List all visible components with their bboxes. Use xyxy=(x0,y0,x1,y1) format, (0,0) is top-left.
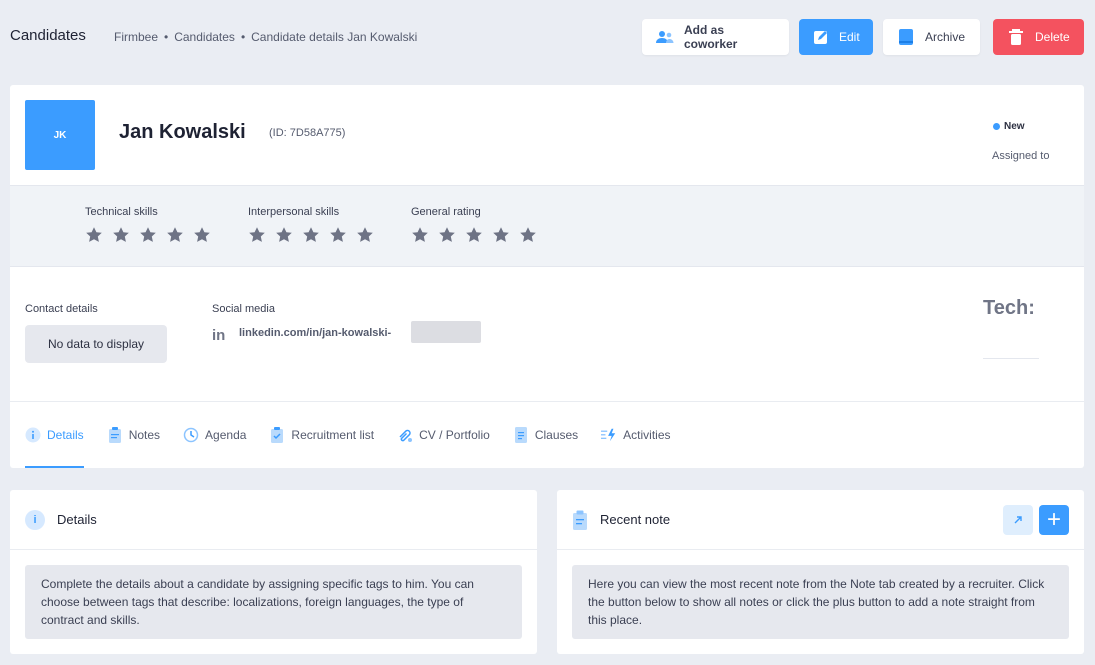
tab-notes-label: Notes xyxy=(128,428,161,442)
edit-button[interactable]: Edit xyxy=(799,19,873,55)
checklist-icon xyxy=(269,427,285,443)
tab-recruitment-list-label: Recruitment list xyxy=(291,428,375,442)
breadcrumb-item-candidates[interactable]: Candidates xyxy=(174,30,235,44)
star-icon[interactable] xyxy=(275,226,293,244)
interpersonal-skills-rating: Interpersonal skills xyxy=(248,206,374,244)
recent-note-panel: Recent note + Here you can view the most… xyxy=(557,490,1084,654)
assigned-to-label[interactable]: Assigned to xyxy=(992,150,1049,162)
avatar: JK xyxy=(25,100,95,170)
interpersonal-skills-stars[interactable] xyxy=(248,226,374,244)
star-icon[interactable] xyxy=(248,226,266,244)
star-icon[interactable] xyxy=(492,226,510,244)
tab-agenda-label: Agenda xyxy=(205,428,247,442)
redacted-text xyxy=(411,321,481,343)
tab-details-label: Details xyxy=(47,428,84,442)
archive-label: Archive xyxy=(925,30,966,44)
tab-cv-portfolio[interactable]: CV / Portfolio xyxy=(397,402,490,468)
add-coworker-label: Add as coworker xyxy=(684,23,738,51)
breadcrumb-separator: • xyxy=(240,30,246,44)
expand-arrow-icon xyxy=(1013,515,1023,525)
tab-activities-label: Activities xyxy=(623,428,671,442)
general-rating-label: General rating xyxy=(411,206,481,218)
tab-clauses-label: Clauses xyxy=(534,428,579,442)
recent-note-title: Recent note xyxy=(600,512,671,527)
clipboard-icon xyxy=(107,427,123,443)
general-rating-stars[interactable] xyxy=(411,226,537,244)
breadcrumb: Firmbee • Candidates • Candidate details… xyxy=(114,30,417,44)
linkedin-link[interactable]: linkedin.com/in/jan-kowalski- xyxy=(239,327,391,339)
star-icon[interactable] xyxy=(411,226,429,244)
candidate-id: (ID: 7D58A775) xyxy=(269,127,346,139)
clock-icon xyxy=(183,427,199,443)
delete-button[interactable]: Delete xyxy=(993,19,1084,55)
top-bar: Candidates Firmbee • Candidates • Candid… xyxy=(0,0,1095,75)
star-icon[interactable] xyxy=(193,226,211,244)
star-icon[interactable] xyxy=(139,226,157,244)
status-dot-icon xyxy=(993,123,1000,130)
status-badge[interactable]: New xyxy=(993,121,1025,132)
linkedin-icon: in xyxy=(212,327,226,344)
social-media-label: Social media xyxy=(212,303,275,315)
tab-recruitment-list[interactable]: Recruitment list xyxy=(269,402,374,468)
star-icon[interactable] xyxy=(465,226,483,244)
page-title: Candidates xyxy=(10,27,86,44)
star-icon[interactable] xyxy=(85,226,103,244)
status-label: New xyxy=(1004,121,1025,132)
star-icon[interactable] xyxy=(302,226,320,244)
pencil-icon xyxy=(813,28,829,46)
contact-details-label: Contact details xyxy=(25,303,98,315)
tab-notes[interactable]: Notes xyxy=(107,402,160,468)
document-icon xyxy=(513,427,529,443)
general-rating: General rating xyxy=(411,206,537,244)
candidate-profile-card: JK Jan Kowalski (ID: 7D58A775) New Assig… xyxy=(10,85,1084,468)
details-panel: i Details Complete the details about a c… xyxy=(10,490,537,654)
star-icon[interactable] xyxy=(438,226,456,244)
delete-label: Delete xyxy=(1035,30,1070,44)
breadcrumb-item-current: Candidate details Jan Kowalski xyxy=(251,30,418,44)
technical-skills-label: Technical skills xyxy=(85,206,158,218)
info-icon: i xyxy=(25,509,45,530)
star-icon[interactable] xyxy=(356,226,374,244)
details-panel-title: Details xyxy=(57,512,97,527)
info-icon xyxy=(25,427,41,443)
archive-button[interactable]: Archive xyxy=(883,19,980,55)
tab-activities[interactable]: Activities xyxy=(601,402,671,468)
details-panel-header: i Details xyxy=(10,490,537,550)
breadcrumb-separator: • xyxy=(164,30,169,44)
recent-note-text: Here you can view the most recent note f… xyxy=(572,565,1069,639)
contact-empty-state: No data to display xyxy=(25,325,167,363)
tab-details[interactable]: Details xyxy=(25,402,84,468)
star-icon[interactable] xyxy=(166,226,184,244)
skills-section: Technical skills Interpersonal skills Ge… xyxy=(10,185,1084,267)
breadcrumb-item-firmbee[interactable]: Firmbee xyxy=(114,30,158,44)
add-note-button[interactable]: + xyxy=(1039,505,1069,535)
edit-label: Edit xyxy=(839,30,860,44)
activity-icon xyxy=(601,427,617,443)
attachment-icon xyxy=(397,427,413,443)
tech-divider xyxy=(983,358,1039,359)
clipboard-icon xyxy=(572,510,588,530)
tab-cv-portfolio-label: CV / Portfolio xyxy=(419,428,490,442)
users-icon xyxy=(656,28,674,46)
tab-clauses[interactable]: Clauses xyxy=(513,402,578,468)
tech-label: Tech: xyxy=(983,297,1035,319)
technical-skills-stars[interactable] xyxy=(85,226,211,244)
trash-icon xyxy=(1007,28,1025,46)
add-coworker-button[interactable]: Add as coworker xyxy=(642,19,789,55)
technical-skills-rating: Technical skills xyxy=(85,206,211,244)
tab-agenda[interactable]: Agenda xyxy=(183,402,246,468)
interpersonal-skills-label: Interpersonal skills xyxy=(248,206,340,218)
details-panel-text: Complete the details about a candidate b… xyxy=(25,565,522,639)
star-icon[interactable] xyxy=(329,226,347,244)
expand-notes-button[interactable] xyxy=(1003,505,1033,535)
candidate-name: Jan Kowalski xyxy=(119,121,246,143)
star-icon[interactable] xyxy=(519,226,537,244)
archive-icon xyxy=(897,28,915,46)
star-icon[interactable] xyxy=(112,226,130,244)
tab-bar: Details Notes Agenda Recruitment list CV… xyxy=(10,401,1084,468)
